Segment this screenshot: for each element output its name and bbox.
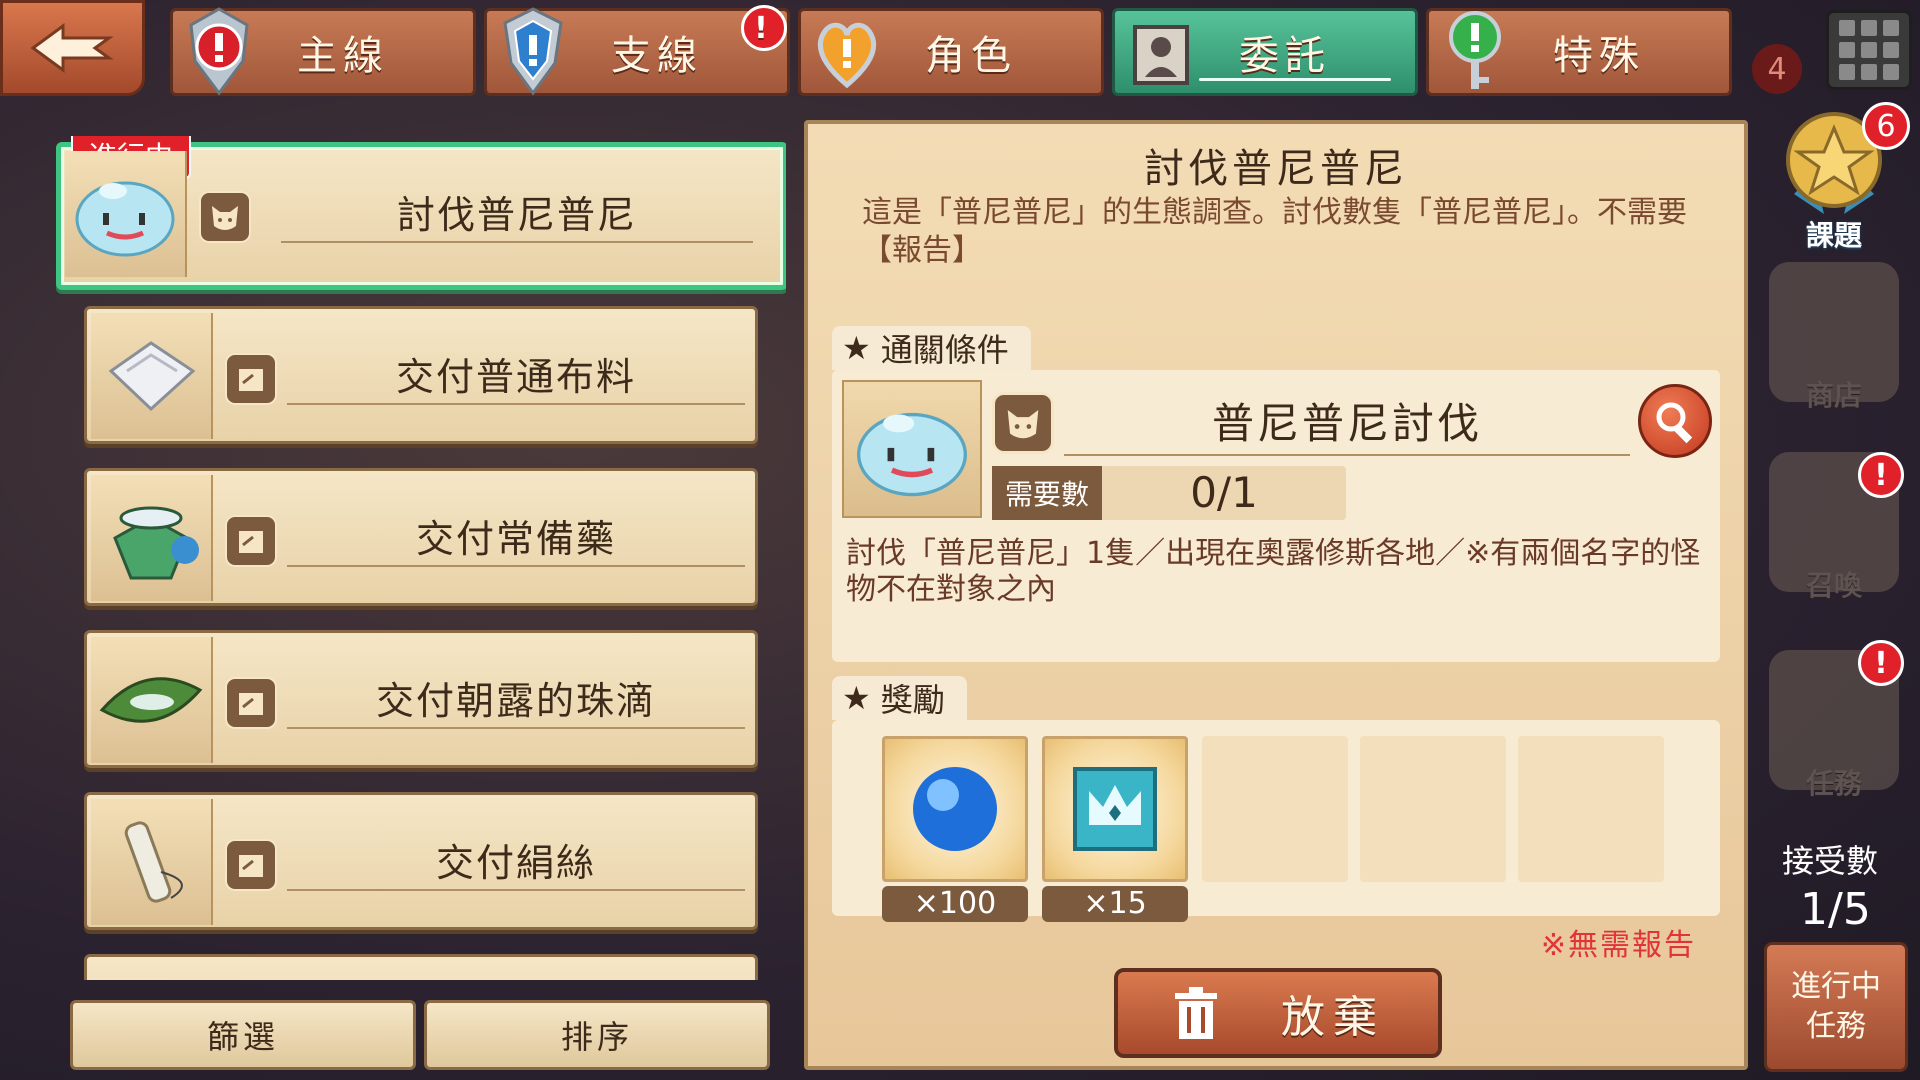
detail-title: 討伐普尼普尼 xyxy=(1144,146,1408,192)
abandon-button[interactable]: 放棄 xyxy=(1114,968,1442,1058)
reward-slot-empty xyxy=(1360,736,1506,882)
section-label-text: 通關條件 xyxy=(880,331,1009,369)
medicine-jar-icon xyxy=(91,475,213,601)
trash-icon xyxy=(1175,987,1217,1039)
ongoing-label: 任務 xyxy=(1806,1009,1866,1044)
menu-grid-button[interactable] xyxy=(1826,10,1912,90)
exclamation-shield-icon xyxy=(189,7,249,96)
alert-badge: ! xyxy=(1858,640,1904,686)
summon-label: 召喚 xyxy=(1805,569,1862,602)
reward-quantity: ×100 xyxy=(882,886,1028,922)
quest-title: 討伐普尼普尼 xyxy=(281,187,753,243)
cloth-icon xyxy=(91,313,213,439)
notification-count-badge: 4 xyxy=(1752,44,1802,94)
reward-slot[interactable] xyxy=(882,736,1028,882)
quest-item-selected[interactable]: 進行中 討伐普尼普尼 xyxy=(56,136,786,290)
reward-box: ×100 ×15 xyxy=(832,720,1720,922)
shop-button[interactable]: 商店 xyxy=(1764,262,1904,414)
slime-icon xyxy=(842,380,982,518)
delivery-icon xyxy=(225,353,277,405)
ongoing-label: 進行中 xyxy=(1791,969,1881,1004)
ongoing-quests-button[interactable]: 進行中 任務 xyxy=(1764,942,1908,1072)
heart-icon xyxy=(817,22,877,89)
medal-button[interactable]: 課題 6 xyxy=(1764,102,1910,254)
reward-slot-empty xyxy=(1202,736,1348,882)
medal-count-badge: 6 xyxy=(1862,102,1910,150)
required-count-row: 需要數 0/1 xyxy=(992,466,1346,520)
blue-shield-icon xyxy=(503,7,563,96)
category-tabs: 主線 支線 ! 角色 委託 特殊 xyxy=(170,5,1732,96)
portrait-icon xyxy=(1133,25,1189,85)
no-report-note: ※無需報告 xyxy=(1540,928,1696,963)
monster-icon xyxy=(992,392,1054,454)
section-label-text: 獎勵 xyxy=(880,681,945,719)
tab-commission[interactable]: 委託 xyxy=(1112,8,1418,96)
tab-character[interactable]: 角色 xyxy=(798,8,1104,96)
quest-title: 交付絹絲 xyxy=(287,835,745,891)
clear-condition-box: 普尼普尼討伐 需要數 0/1 討伐「普尼普尼」1隻／出現在奧露修斯各地／※有兩個… xyxy=(832,370,1720,662)
reward-label: ★ 獎勵 xyxy=(832,676,967,720)
quest-detail-panel: 討伐普尼普尼 這是「普尼普尼」的生態調查。討伐數隻「普尼普尼」。不需要【報告】 … xyxy=(804,120,1748,1070)
required-count-value: 0/1 xyxy=(1190,468,1258,517)
clear-condition-label: ★ 通關條件 xyxy=(832,326,1031,370)
quest-item[interactable]: 交付常備藥 xyxy=(84,468,758,606)
monster-icon xyxy=(199,191,251,243)
leaf-dew-icon xyxy=(91,637,213,763)
tab-special[interactable]: 特殊 xyxy=(1426,8,1732,96)
reward-slot-empty xyxy=(1518,736,1664,882)
quest-item[interactable]: 交付絹絲 xyxy=(84,792,758,930)
abandon-label: 放棄 xyxy=(1281,992,1385,1043)
tab-main[interactable]: 主線 xyxy=(170,7,476,96)
delivery-icon xyxy=(225,677,277,729)
quest-item-partial[interactable] xyxy=(84,954,758,980)
green-key-icon xyxy=(1449,11,1501,89)
star-icon: ★ xyxy=(842,329,871,367)
crown-ticket-icon xyxy=(1073,767,1157,851)
quest-title: 交付普通布料 xyxy=(287,349,745,405)
reward-slot[interactable] xyxy=(1042,736,1188,882)
detail-description: 這是「普尼普尼」的生態調查。討伐數隻「普尼普尼」。不需要【報告】 xyxy=(862,195,1687,268)
tab-label: 支線 xyxy=(611,33,703,79)
sort-button[interactable]: 排序 xyxy=(424,1000,770,1070)
tab-label: 主線 xyxy=(297,33,389,79)
medal-label: 課題 xyxy=(1805,219,1862,252)
quest-title: 交付朝露的珠滴 xyxy=(287,673,745,729)
blue-orb-icon xyxy=(913,767,997,851)
quest-item[interactable]: 交付普通布料 xyxy=(84,306,758,444)
magnifier-icon xyxy=(1656,402,1693,444)
required-count-label: 需要數 xyxy=(992,466,1102,520)
accept-count-label: 接受數 xyxy=(1782,842,1879,880)
back-button[interactable] xyxy=(0,0,145,96)
delivery-icon xyxy=(225,515,277,567)
accept-count-value: 1/5 xyxy=(1800,884,1871,935)
alert-badge: ! xyxy=(1858,452,1904,498)
filter-button[interactable]: 篩選 xyxy=(70,1000,416,1070)
condition-name: 普尼普尼討伐 xyxy=(1064,392,1630,456)
back-arrow-icon xyxy=(29,23,114,73)
mission-label: 任務 xyxy=(1805,767,1862,800)
quest-title: 交付常備藥 xyxy=(287,511,745,567)
alert-badge: ! xyxy=(741,5,787,51)
slime-icon xyxy=(65,151,187,277)
magnify-button[interactable] xyxy=(1638,384,1712,458)
delivery-icon xyxy=(225,839,277,891)
summon-button[interactable]: 召喚 ! xyxy=(1764,452,1904,604)
shop-label: 商店 xyxy=(1805,379,1862,412)
reward-quantity: ×15 xyxy=(1042,886,1188,922)
tab-label: 特殊 xyxy=(1553,33,1645,79)
condition-description: 討伐「普尼普尼」1隻／出現在奧露修斯各地／※有兩個名字的怪物不在對象之內 xyxy=(846,536,1701,607)
tab-label: 角色 xyxy=(925,33,1017,79)
quest-item[interactable]: 交付朝露的珠滴 xyxy=(84,630,758,768)
silk-spool-icon xyxy=(91,799,213,925)
quest-list: 進行中 討伐普尼普尼 交付普通布料 交付常備藥 xyxy=(56,136,786,980)
tab-label: 委託 xyxy=(1239,33,1331,79)
mission-button[interactable]: 任務 ! xyxy=(1764,640,1904,802)
grid-icon xyxy=(1839,20,1855,36)
star-icon: ★ xyxy=(842,679,871,717)
tab-side[interactable]: 支線 ! xyxy=(484,5,790,96)
